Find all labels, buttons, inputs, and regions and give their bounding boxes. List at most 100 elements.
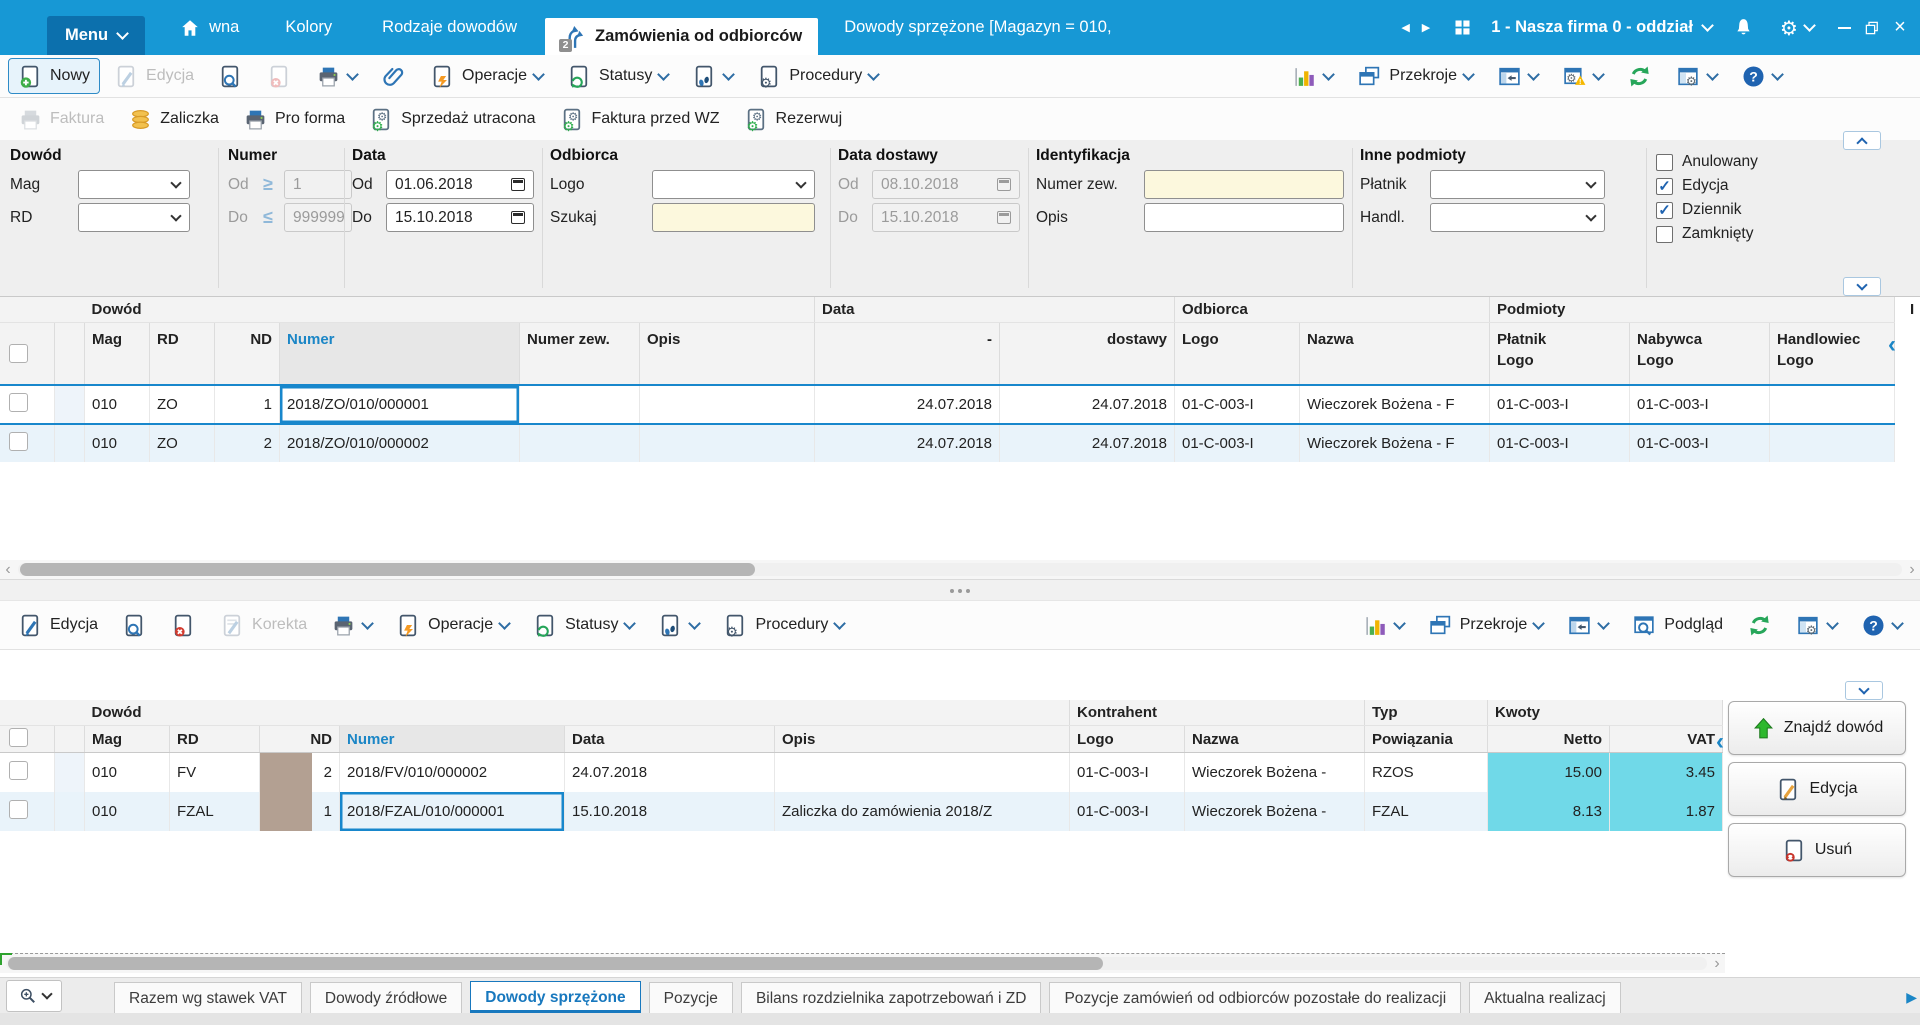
statusy-dolne-button[interactable]: Statusy: [523, 607, 644, 643]
filter-collapse-down-button[interactable]: [1843, 277, 1881, 296]
cell[interactable]: 3.45: [1609, 752, 1723, 792]
cell[interactable]: FZAL: [1364, 792, 1488, 831]
cell[interactable]: 01-C-003-I: [1629, 424, 1770, 462]
drukuj-button[interactable]: [306, 58, 367, 94]
column-header[interactable]: Mag: [84, 322, 150, 386]
bottom-tab-3[interactable]: Dowody sprzężone: [470, 981, 641, 1014]
row-checkbox[interactable]: [0, 792, 55, 831]
column-header[interactable]: -: [814, 322, 1000, 386]
numer-zew-input[interactable]: [1144, 170, 1344, 199]
status-checkbox-2[interactable]: ✓ Edycja: [1656, 174, 1758, 198]
cell[interactable]: 24.07.2018: [999, 384, 1175, 425]
bottom-tab-1[interactable]: Razem wg stawek VAT: [114, 982, 302, 1014]
slady-button[interactable]: [682, 58, 743, 94]
cell[interactable]: 2018/FV/010/000002: [339, 752, 565, 792]
column-header[interactable]: Numer: [339, 725, 565, 753]
cell[interactable]: 01-C-003-I: [1069, 752, 1185, 792]
column-header[interactable]: Opis: [774, 725, 1070, 753]
cell[interactable]: 010: [84, 424, 150, 462]
statusy-button[interactable]: Statusy: [557, 58, 678, 94]
cell[interactable]: [1769, 424, 1895, 462]
table-row[interactable]: 010 FZAL 1 2018/FZAL/010/000001 15.10.2018 Za…: [0, 792, 1723, 831]
tab-kolory[interactable]: Kolory: [279, 0, 338, 55]
cell[interactable]: 15.00: [1487, 752, 1610, 792]
status-checkbox-3[interactable]: ✓ Dziennik: [1656, 198, 1758, 222]
column-header[interactable]: ND: [259, 725, 340, 753]
tab-home[interactable]: wna: [173, 0, 245, 55]
cell[interactable]: 010: [84, 752, 170, 792]
faktura-przed-wz-button[interactable]: ⚙ ⚙ Faktura przed WZ: [550, 101, 730, 137]
cell[interactable]: Wieczorek Bożena -: [1184, 752, 1365, 792]
handl-select[interactable]: [1430, 203, 1605, 232]
platnik-select[interactable]: [1430, 170, 1605, 199]
bottom-tab-5[interactable]: Bilans rozdzielnika zapotrzebowań i ZD: [740, 982, 1042, 1014]
ustawienia-ostrzezenia-button[interactable]: ⚙!: [1552, 58, 1613, 94]
scroll-right-icon[interactable]: ›: [1709, 955, 1725, 972]
cell[interactable]: 24.07.2018: [999, 424, 1175, 462]
odbiorca-szukaj-input[interactable]: [652, 203, 815, 232]
cell[interactable]: [639, 424, 815, 462]
data-dostawy-od-input[interactable]: 08.10.2018: [872, 170, 1020, 199]
znajdz-dowod-button[interactable]: Znajdź dowód: [1728, 701, 1906, 755]
pro-forma-button[interactable]: Pro forma: [233, 101, 355, 137]
cell[interactable]: [519, 424, 640, 462]
column-scroll-left-icon[interactable]: ‹: [1888, 333, 1896, 357]
lower-horizontal-scrollbar[interactable]: ›: [0, 953, 1725, 973]
column-header[interactable]: Netto: [1487, 725, 1610, 753]
cell[interactable]: 01-C-003-I: [1489, 424, 1630, 462]
mag-select[interactable]: [78, 170, 190, 199]
column-header[interactable]: Logo: [1069, 725, 1185, 753]
calendar-icon[interactable]: [511, 211, 525, 224]
numer-do-input[interactable]: 999999: [284, 203, 352, 232]
odswiez-dolny-button[interactable]: [1737, 607, 1782, 643]
column-header[interactable]: Mag: [84, 725, 170, 753]
cell[interactable]: 8.13: [1487, 792, 1610, 831]
scrollbar-thumb[interactable]: [20, 563, 755, 576]
cell[interactable]: Wieczorek Bożena -: [1184, 792, 1365, 831]
panel-dolny-button[interactable]: [1557, 607, 1618, 643]
column-header[interactable]: Numer zew.: [519, 322, 640, 386]
cell[interactable]: 15.10.2018: [564, 792, 775, 831]
cell[interactable]: [639, 384, 815, 425]
column-header[interactable]: RD: [169, 725, 260, 753]
podglad-button[interactable]: Podgląd: [1622, 607, 1733, 643]
notifications-bell-icon[interactable]: [1732, 16, 1755, 39]
cell[interactable]: [774, 752, 1070, 792]
column-header[interactable]: Nazwa: [1184, 725, 1365, 753]
scroll-left-icon[interactable]: ‹: [0, 561, 16, 578]
status-checkbox-1[interactable]: Anulowany: [1656, 150, 1758, 174]
zaliczka-button[interactable]: Zaliczka: [118, 101, 229, 137]
numer-od-input[interactable]: 1: [284, 170, 352, 199]
widok-dolny-button[interactable]: ⚙: [1786, 607, 1847, 643]
minimize-button[interactable]: [1830, 14, 1858, 42]
bottom-tab-6[interactable]: Pozycje zamówień od odbiorców pozostałe …: [1049, 982, 1462, 1014]
szukaj-button[interactable]: [208, 58, 253, 94]
cell[interactable]: 01-C-003-I: [1489, 384, 1630, 425]
column-header[interactable]: Data: [564, 725, 775, 753]
column-header[interactable]: VAT: [1609, 725, 1723, 753]
cell[interactable]: Wieczorek Bożena - F: [1299, 384, 1490, 425]
scrollbar-thumb[interactable]: [8, 957, 1103, 970]
szukaj-dolny-button[interactable]: [112, 607, 157, 643]
menu-button[interactable]: Menu: [47, 16, 146, 55]
cell[interactable]: [1769, 384, 1895, 425]
slady-dolne-button[interactable]: [648, 607, 709, 643]
operacje-dolne-button[interactable]: Operacje: [386, 607, 519, 643]
cell[interactable]: 24.07.2018: [814, 424, 1000, 462]
restore-button[interactable]: [1858, 14, 1886, 42]
cell[interactable]: 2: [214, 424, 280, 462]
wykresy-dolne-button[interactable]: [1353, 607, 1414, 643]
cell[interactable]: 24.07.2018: [564, 752, 775, 792]
table-row[interactable]: 010 ZO 2 2018/ZO/010/000002 24.07.2018 24.07.…: [0, 424, 1895, 462]
column-header[interactable]: Logo: [1174, 322, 1300, 386]
bottom-tab-2[interactable]: Dowody źródłowe: [309, 982, 463, 1014]
rd-select[interactable]: [78, 203, 190, 232]
status-checkbox-4[interactable]: Zamknięty: [1656, 222, 1758, 246]
cell[interactable]: 2018/FZAL/010/000001: [339, 792, 565, 831]
column-header[interactable]: Numer: [279, 322, 520, 386]
tab-dowody-sprzezone-okno[interactable]: Dowody sprzężone [Magazyn = 010,: [838, 0, 1117, 55]
procedury-dolne-button[interactable]: ⚙ Procedury: [713, 607, 854, 643]
operacje-button[interactable]: Operacje: [420, 58, 553, 94]
widok-okna-button[interactable]: ⚙: [1666, 58, 1727, 94]
checkbox-icon[interactable]: [1656, 225, 1673, 243]
